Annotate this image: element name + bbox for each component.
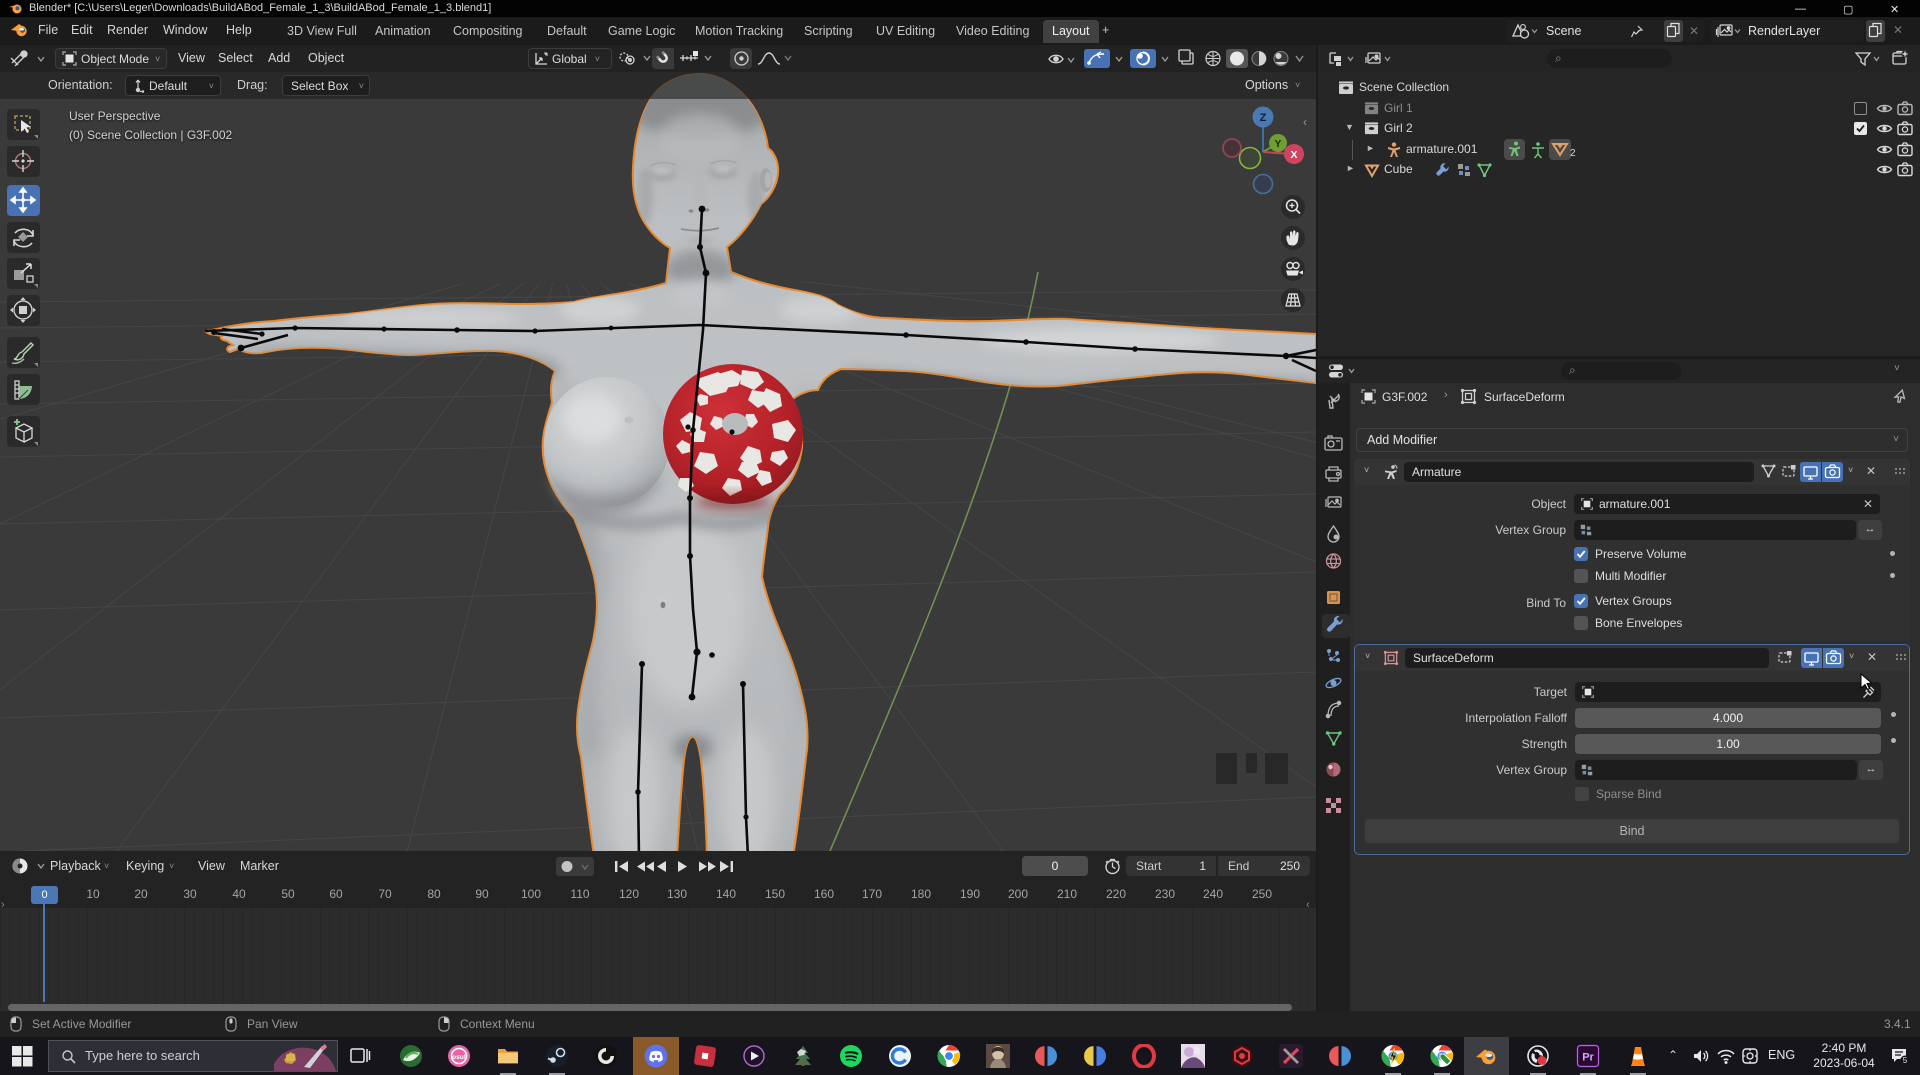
svg-text:X: X bbox=[1290, 149, 1297, 161]
svg-text:Y: Y bbox=[1275, 139, 1282, 150]
svg-text:osu!: osu! bbox=[452, 1054, 466, 1061]
svg-text:Z: Z bbox=[1260, 112, 1267, 124]
svg-text:Pr: Pr bbox=[1582, 1052, 1594, 1064]
svg-text:5: 5 bbox=[1903, 1056, 1908, 1065]
